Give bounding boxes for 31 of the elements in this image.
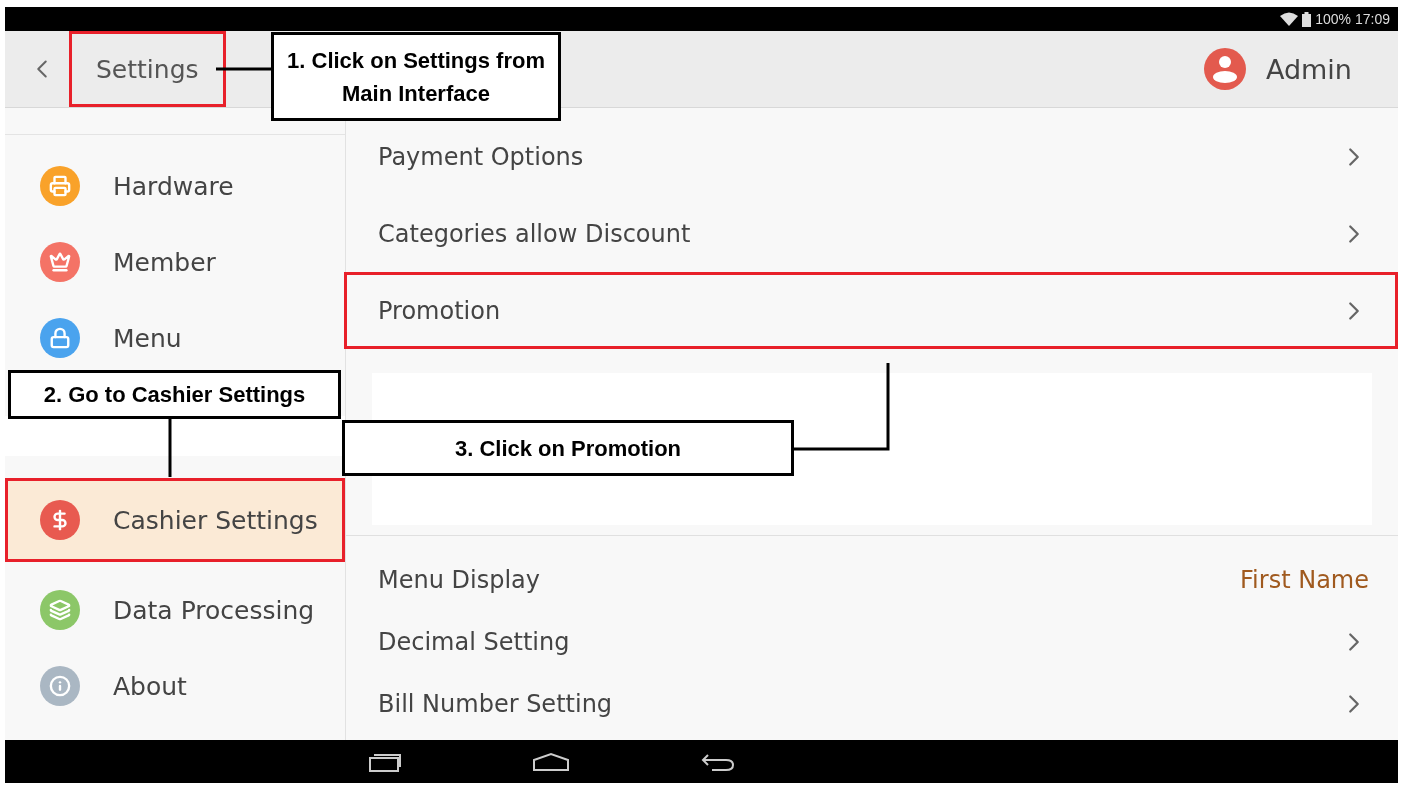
instruction-tooltip: 3. Click on Promotion [342, 420, 794, 476]
sidebar-item[interactable]: Cashier Settings [5, 478, 345, 562]
setting-label: Payment Options [378, 142, 584, 171]
setting-label: Decimal Setting [378, 628, 570, 656]
connector-line [216, 67, 271, 71]
sidebar-item[interactable]: Hardware [5, 148, 345, 224]
instruction-tooltip: 2. Go to Cashier Settings [8, 370, 341, 419]
avatar-icon [1203, 48, 1246, 90]
settings-row[interactable]: Menu Display First Name [344, 549, 1398, 611]
sidebar-item[interactable]: Data Processing [5, 572, 345, 648]
connector-line [168, 419, 172, 477]
setting-label: Categories allow Discount [378, 219, 691, 248]
setting-value: First Name [1240, 566, 1369, 594]
wifi-icon [1280, 12, 1299, 26]
battery-percent: 100% [1315, 11, 1351, 27]
battery-icon [1302, 11, 1312, 27]
page-title: Settings [69, 31, 226, 107]
settings-row[interactable]: Decimal Setting [344, 611, 1398, 673]
settings-row[interactable]: Bill Number Setting [344, 673, 1398, 735]
setting-label: Menu Display [378, 566, 540, 594]
settings-row[interactable]: Promotion [344, 272, 1398, 349]
instruction-tooltip: 1. Click on Settings from Main Interface [271, 32, 561, 121]
settings-row[interactable]: Categories allow Discount [344, 195, 1398, 272]
settings-row[interactable]: Payment Options [344, 118, 1398, 195]
sidebar-item[interactable]: About [5, 648, 345, 724]
sidebar-item[interactable]: Member [5, 224, 345, 300]
clock-time: 17:09 [1354, 11, 1390, 27]
user-button[interactable]: Admin [1203, 48, 1352, 90]
setting-label: Promotion [378, 296, 501, 325]
home-icon[interactable] [531, 751, 570, 772]
setting-label: Bill Number Setting [378, 690, 613, 718]
